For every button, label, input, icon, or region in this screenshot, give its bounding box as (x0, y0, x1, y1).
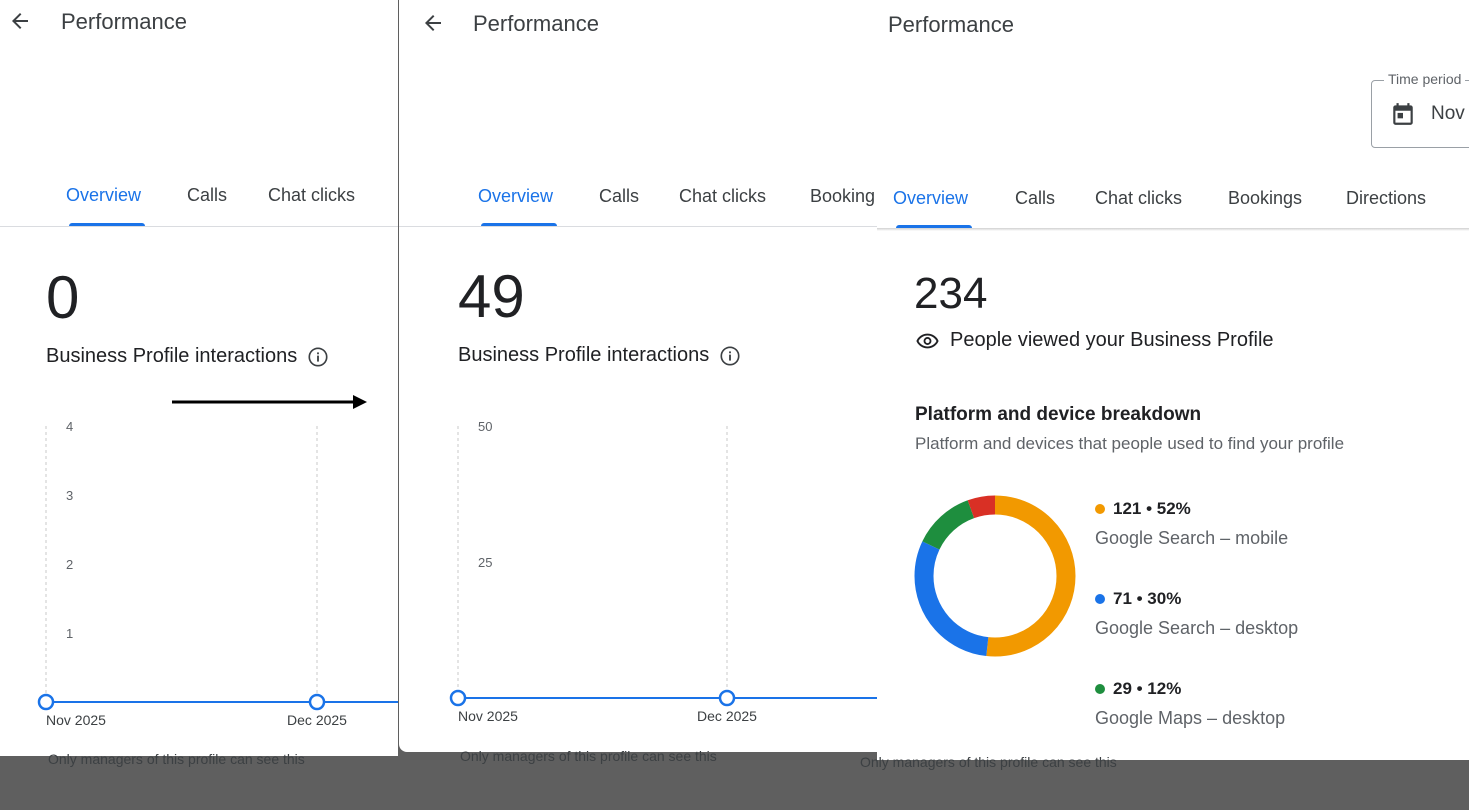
tab-directions[interactable]: Directions (1346, 188, 1426, 209)
y-tick-label: 2 (66, 557, 73, 572)
tab-chat-clicks[interactable]: Chat clicks (268, 185, 355, 206)
breakdown-title: Platform and device breakdown (915, 404, 1202, 425)
x-tick-label: Dec 2025 (287, 712, 347, 728)
tab-overview[interactable]: Overview (893, 188, 968, 209)
tab-overview[interactable]: Overview (66, 185, 141, 206)
interactions-count: 49 (458, 263, 525, 330)
platform-donut-chart (914, 495, 1076, 657)
legend-value: 71 • 30% (1113, 589, 1182, 608)
managers-note: Only managers of this profile can see th… (860, 754, 1117, 770)
y-tick-label: 4 (66, 419, 73, 434)
managers-note: Only managers of this profile can see th… (460, 748, 717, 764)
legend-value: 121 • 52% (1113, 499, 1191, 518)
legend-item-desktop: 71 • 30% Google Search – desktop (1095, 589, 1298, 639)
page-title: Performance (473, 11, 599, 36)
time-period-value: Nov (1431, 103, 1465, 124)
views-count: 234 (914, 269, 988, 318)
metric-label: Business Profile interactions (458, 344, 741, 367)
metric-label-text: People viewed your Business Profile (950, 329, 1274, 351)
metric-label-text: Business Profile interactions (46, 345, 298, 367)
legend-label: Google Search – desktop (1095, 618, 1299, 638)
page-title: Performance (888, 12, 1014, 37)
tab-chat-clicks[interactable]: Chat clicks (679, 186, 766, 207)
tab-overview[interactable]: Overview (478, 186, 553, 207)
arrow-back-icon[interactable] (421, 11, 445, 35)
data-point[interactable] (308, 693, 326, 711)
calendar-icon (1393, 103, 1413, 125)
breakdown-subtitle: Platform and devices that people used to… (915, 434, 1345, 453)
tab-chat-clicks[interactable]: Chat clicks (1095, 188, 1182, 209)
y-tick-label: 1 (66, 626, 73, 641)
x-tick-label: Nov 2025 (458, 708, 518, 724)
y-tick-label: 3 (66, 488, 73, 503)
performance-panel-1: Performance Overview Calls Chat clicks 0… (0, 0, 398, 756)
tab-calls[interactable]: Calls (187, 185, 227, 206)
legend-dot-maps (1095, 684, 1105, 694)
legend-dot-desktop (1095, 594, 1105, 604)
data-point[interactable] (718, 689, 736, 707)
data-point[interactable] (37, 693, 55, 711)
metric-label: People viewed your Business Profile (915, 329, 1274, 352)
legend-dot-mobile (1095, 504, 1105, 514)
legend-item-maps: 29 • 12% Google Maps – desktop (1095, 679, 1285, 729)
legend-value: 29 • 12% (1113, 679, 1182, 698)
x-tick-label: Nov 2025 (46, 712, 106, 728)
performance-panel-3: Performance Time period Nov Overview Cal… (877, 0, 1469, 760)
tab-bookings[interactable]: Booking (810, 186, 875, 207)
x-tick-label: Dec 2025 (697, 708, 757, 724)
tabs-shadow (877, 228, 1469, 231)
legend-label: Google Maps – desktop (1095, 708, 1286, 728)
tab-calls[interactable]: Calls (599, 186, 639, 207)
y-tick-label: 50 (478, 419, 492, 434)
tab-bookings[interactable]: Bookings (1228, 188, 1302, 209)
tab-calls[interactable]: Calls (1015, 188, 1055, 209)
metric-label-text: Business Profile interactions (458, 344, 710, 366)
interactions-chart-2: 25 50 Nov 2025 Dec 2025 (449, 419, 877, 724)
tabs-divider (0, 226, 398, 227)
interactions-count: 0 (46, 264, 80, 331)
legend-item-mobile: 121 • 52% Google Search – mobile (1095, 499, 1288, 549)
tabs-divider (399, 226, 877, 227)
time-period-label: Time period (1384, 71, 1466, 87)
eye-icon (916, 333, 939, 348)
y-tick-label: 25 (478, 555, 492, 570)
time-period-select[interactable]: Time period Nov (1371, 71, 1469, 148)
legend-label: Google Search – mobile (1095, 528, 1289, 548)
performance-panel-2: Performance Overview Calls Chat clicks B… (399, 0, 877, 752)
metric-label: Business Profile interactions (46, 345, 329, 368)
data-point[interactable] (449, 689, 467, 707)
arrow-back-icon[interactable] (8, 9, 32, 33)
page-title: Performance (61, 9, 187, 34)
interactions-chart-1: 1 2 3 4 Nov 2025 Dec 2025 (37, 419, 398, 728)
info-icon[interactable] (719, 345, 741, 367)
info-icon[interactable] (307, 346, 329, 368)
managers-note: Only managers of this profile can see th… (48, 751, 305, 767)
